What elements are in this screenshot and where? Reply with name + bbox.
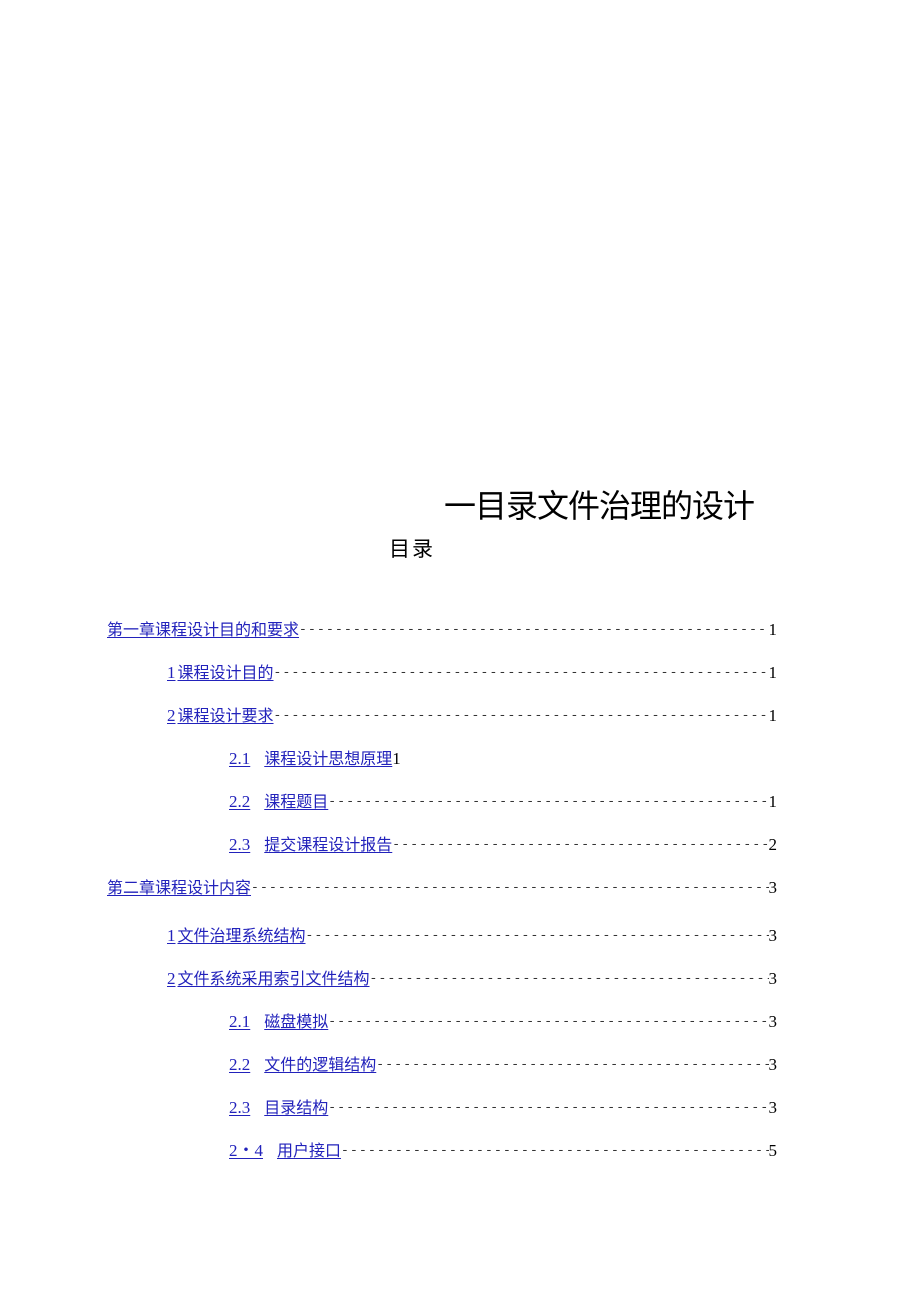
toc-entry-number: 2.1 xyxy=(229,749,251,768)
toc-entry-label: 目录结构 xyxy=(264,1098,329,1117)
toc-link[interactable]: 1 课程设计目的 xyxy=(167,662,274,684)
toc-entry: 1 课程设计目的 --------------------------------… xyxy=(167,662,777,684)
toc-page-number: 1 xyxy=(392,749,401,768)
toc-entry-label: 课程设计目的 xyxy=(177,663,274,682)
document-title: 一目录文件治理的设计 xyxy=(444,487,755,525)
dot-leader: ----------------------------------------… xyxy=(376,1057,769,1072)
toc-link[interactable]: 2.3 提交课程设计报告 xyxy=(229,834,392,856)
toc-entry-label: 磁盘模拟 xyxy=(264,1012,329,1031)
toc-link[interactable]: 2 文件系统采用索引文件结构 xyxy=(167,968,370,990)
toc-page-number: 3 xyxy=(768,1055,778,1074)
toc-entry-number: 1 xyxy=(167,663,176,682)
toc-link[interactable]: 1 文件治理系统结构 xyxy=(167,925,306,947)
toc-entry-number: 2 xyxy=(167,706,176,725)
toc-link[interactable]: 2.1 课程设计思想原理 xyxy=(229,748,392,770)
toc-entry-label: 课程题目 xyxy=(264,792,329,811)
toc-page-number: 5 xyxy=(768,1141,778,1160)
dot-leader: ----------------------------------------… xyxy=(299,622,768,637)
toc-entry-label: 用户接口 xyxy=(277,1141,342,1160)
toc-page-number: 3 xyxy=(768,926,778,945)
toc-link[interactable]: 2 课程设计要求 xyxy=(167,705,274,727)
toc-page-number: 1 xyxy=(768,706,778,725)
dot-leader: ----------------------------------------… xyxy=(273,665,769,680)
toc-page-number: 1 xyxy=(768,620,778,639)
toc-entry-label: 第一章课程设计目的和要求 xyxy=(107,620,300,639)
toc-entry-label: 提交课程设计报告 xyxy=(264,835,393,854)
dot-leader: ----------------------------------------… xyxy=(341,1143,768,1158)
toc-entry: 2・4 用户接口 ---------------------------------… xyxy=(229,1140,777,1162)
toc-entry-label: 文件的逻辑结构 xyxy=(264,1055,377,1074)
toc-page-number: 3 xyxy=(768,1012,778,1031)
dot-leader: ----------------------------------------… xyxy=(328,1100,769,1115)
toc-entry: 2 课程设计要求 --------------------------------… xyxy=(167,705,777,727)
toc-link[interactable]: 第二章课程设计内容 xyxy=(107,877,251,899)
toc-link[interactable]: 2.2 文件的逻辑结构 xyxy=(229,1054,376,1076)
dot-leader: ----------------------------------------… xyxy=(392,837,768,852)
toc-entry: 2.1 磁盘模拟 ---------------------------------… xyxy=(229,1011,777,1033)
toc-entry: 2.2 课程题目 ---------------------------------… xyxy=(229,791,777,813)
toc-entry-number: 1 xyxy=(167,926,176,945)
toc-entry: 1 文件治理系统结构 ------------------------------… xyxy=(167,925,777,947)
toc-entry-number: 2.3 xyxy=(229,1098,251,1117)
toc-page-number: 1 xyxy=(768,792,778,811)
toc-page-number: 2 xyxy=(768,835,778,854)
toc-entry-label: 第二章课程设计内容 xyxy=(107,878,252,897)
toc-entry-label: 课程设计思想原理 xyxy=(264,749,393,768)
toc-heading: 目录 xyxy=(389,537,435,561)
toc-link[interactable]: 2.1 磁盘模拟 xyxy=(229,1011,328,1033)
toc-page-number: 3 xyxy=(768,969,778,988)
dot-leader: ----------------------------------------… xyxy=(328,794,769,809)
toc-entry-number: 2.2 xyxy=(229,1055,251,1074)
dot-leader: ----------------------------------------… xyxy=(251,880,769,895)
toc-page-number: 1 xyxy=(768,663,778,682)
toc-entry: 2.3 提交课程设计报告 -----------------------------… xyxy=(229,834,777,856)
toc-entry: 2.1 课程设计思想原理 1 xyxy=(229,748,401,770)
toc-entry: 第一章课程设计目的和要求 ----------------------------… xyxy=(107,619,777,641)
toc-entry: 2 文件系统采用索引文件结构 --------------------------… xyxy=(167,968,777,990)
toc-entry-number: 2.2 xyxy=(229,792,251,811)
dot-leader: ----------------------------------------… xyxy=(328,1014,769,1029)
toc-entry: 2.3 目录结构 ---------------------------------… xyxy=(229,1097,777,1119)
toc-link[interactable]: 2.3 目录结构 xyxy=(229,1097,328,1119)
toc-link[interactable]: 第一章课程设计目的和要求 xyxy=(107,619,299,641)
dot-leader: ----------------------------------------… xyxy=(369,971,769,986)
toc-entry-label: 文件治理系统结构 xyxy=(177,926,306,945)
toc-link[interactable]: 2・4 用户接口 xyxy=(229,1140,341,1162)
toc-page-number: 3 xyxy=(768,1098,778,1117)
dot-leader: ----------------------------------------… xyxy=(305,928,769,943)
toc-page-number: 3 xyxy=(768,878,778,897)
toc-entry-number: 2.1 xyxy=(229,1012,251,1031)
toc-link[interactable]: 2.2 课程题目 xyxy=(229,791,328,813)
toc-entry: 2.2 文件的逻辑结构 ------------------------------… xyxy=(229,1054,777,1076)
toc-entry: 第二章课程设计内容 -------------------------------… xyxy=(107,877,777,899)
toc-entry-number: 2・4 xyxy=(229,1141,263,1160)
toc-entry-number: 2.3 xyxy=(229,835,251,854)
toc-entry-number: 2 xyxy=(167,969,176,988)
dot-leader: ----------------------------------------… xyxy=(273,708,769,723)
toc-entry-label: 课程设计要求 xyxy=(177,706,274,725)
toc-entry-label: 文件系统采用索引文件结构 xyxy=(177,969,370,988)
